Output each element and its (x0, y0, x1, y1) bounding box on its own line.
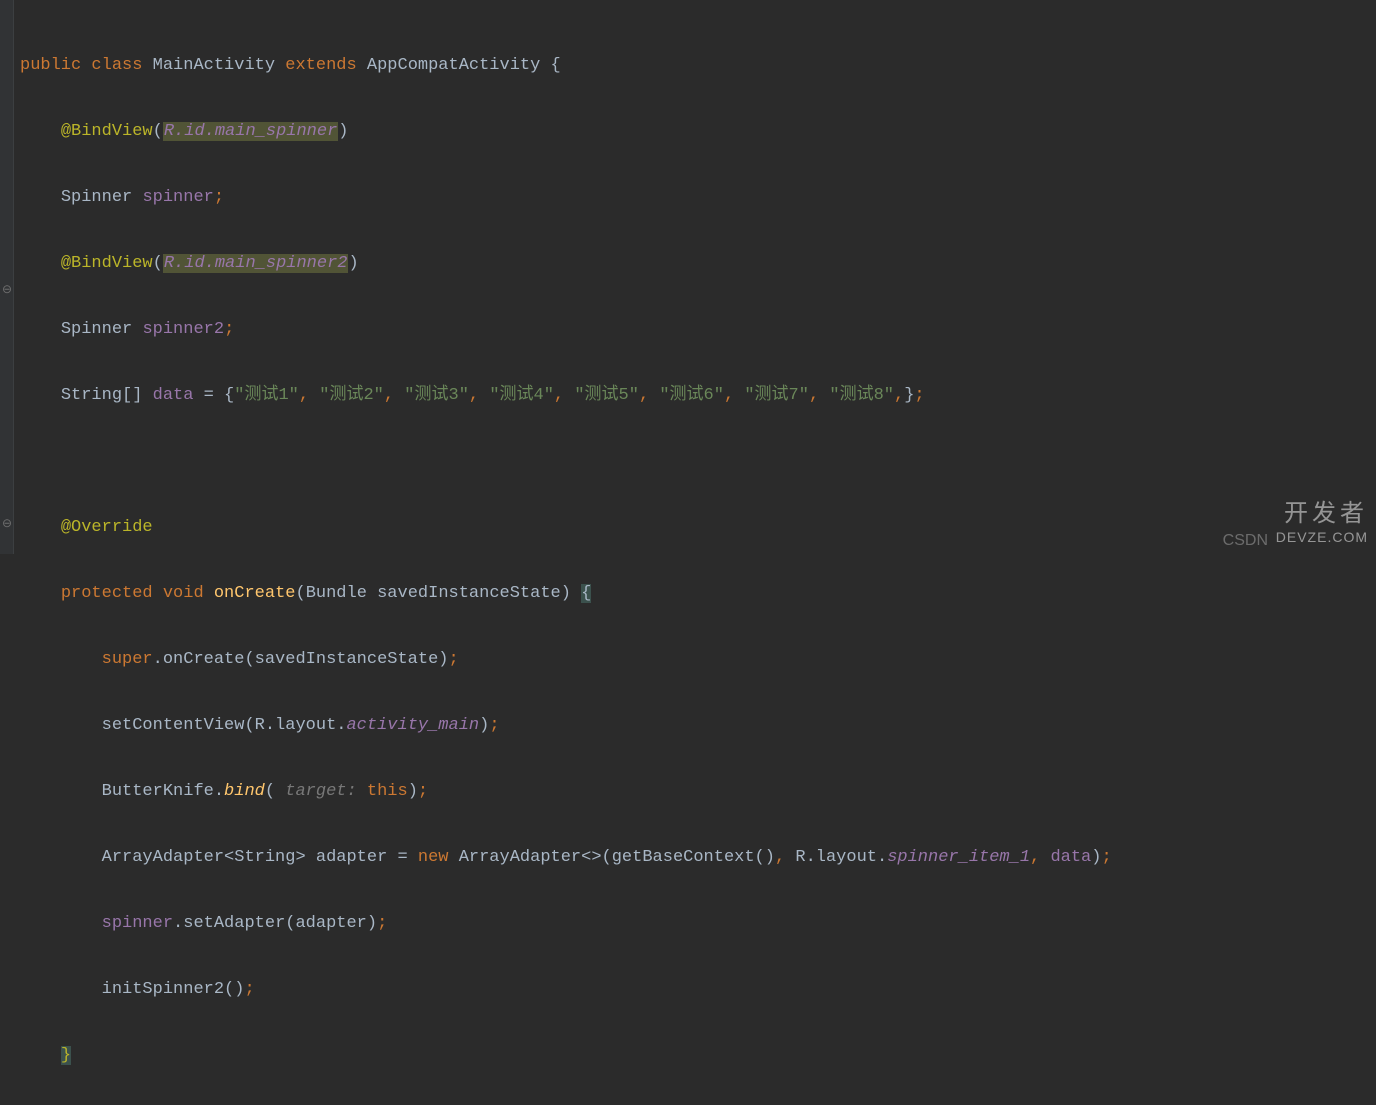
code-line: ArrayAdapter<String> adapter = new Array… (20, 841, 1376, 874)
code-line: super.onCreate(savedInstanceState); (20, 643, 1376, 676)
code-line: String[] data = {"测试1", "测试2", "测试3", "测… (20, 379, 1376, 412)
code-line: protected void onCreate(Bundle savedInst… (20, 577, 1376, 610)
code-line: } (20, 1039, 1376, 1072)
code-line: Spinner spinner; (20, 181, 1376, 214)
code-line: initSpinner2(); (20, 973, 1376, 1006)
code-line: @BindView(R.id.main_spinner) (20, 115, 1376, 148)
code-line (20, 445, 1376, 478)
code-editor[interactable]: public class MainActivity extends AppCom… (20, 0, 1376, 1105)
code-line: public class MainActivity extends AppCom… (20, 49, 1376, 82)
code-line: Spinner spinner2; (20, 313, 1376, 346)
code-line: ButterKnife.bind( target: this); (20, 775, 1376, 808)
csdn-watermark: CSDN (1223, 532, 1268, 550)
fold-icon[interactable]: ⊖ (1, 284, 13, 296)
fold-icon[interactable]: ⊖ (1, 518, 13, 530)
code-line: @BindView(R.id.main_spinner2) (20, 247, 1376, 280)
code-line: @Override (20, 511, 1376, 544)
editor-gutter: ⊖ ⊖ (0, 0, 14, 554)
code-line: setContentView(R.layout.activity_main); (20, 709, 1376, 742)
code-line: spinner.setAdapter(adapter); (20, 907, 1376, 940)
